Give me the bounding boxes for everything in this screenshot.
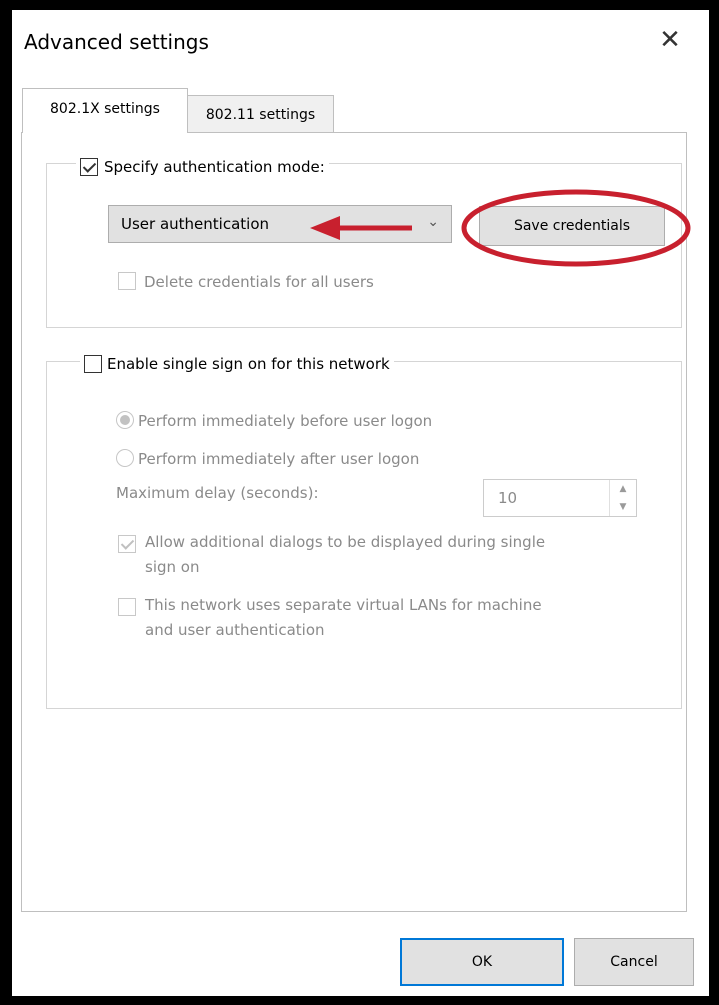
- stepper-arrows[interactable]: ▲ ▼: [609, 480, 636, 516]
- enable-sso-label: Enable single sign on for this network: [107, 355, 390, 373]
- radio-after-logon-row[interactable]: Perform immediately after user logon: [116, 449, 419, 469]
- separate-vlan-label-line1: This network uses separate virtual LANs …: [145, 596, 542, 614]
- allow-dialogs-label-line2: sign on: [145, 558, 200, 576]
- radio-after-logon[interactable]: [116, 449, 134, 467]
- max-delay-stepper[interactable]: 10 ▲ ▼: [483, 479, 637, 517]
- radio-before-logon-row[interactable]: Perform immediately before user logon: [116, 411, 432, 431]
- cancel-button[interactable]: Cancel: [574, 938, 694, 986]
- delete-credentials-checkbox[interactable]: [118, 272, 136, 290]
- allow-dialogs-label-line1: Allow additional dialogs to be displayed…: [145, 533, 546, 551]
- allow-dialogs-label: Allow additional dialogs to be displayed…: [145, 530, 545, 580]
- chevron-down-icon: ⌄: [427, 214, 439, 230]
- stepper-up-icon[interactable]: ▲: [610, 480, 636, 498]
- specify-auth-mode-checkbox[interactable]: [80, 158, 98, 176]
- specify-auth-mode-label: Specify authentication mode:: [104, 158, 325, 176]
- enable-sso-checkbox[interactable]: [84, 355, 102, 373]
- radio-before-logon-label: Perform immediately before user logon: [138, 412, 433, 430]
- allow-dialogs-checkbox[interactable]: [118, 535, 136, 553]
- save-credentials-button[interactable]: Save credentials: [479, 206, 665, 246]
- separate-vlan-checkbox[interactable]: [118, 598, 136, 616]
- allow-dialogs-row[interactable]: Allow additional dialogs to be displayed…: [118, 530, 545, 580]
- specify-auth-mode-row[interactable]: Specify authentication mode:: [76, 158, 329, 176]
- separate-vlan-label-line2: and user authentication: [145, 621, 325, 639]
- enable-sso-row[interactable]: Enable single sign on for this network: [80, 355, 394, 373]
- separate-vlan-label: This network uses separate virtual LANs …: [145, 593, 542, 643]
- separate-vlan-row[interactable]: This network uses separate virtual LANs …: [118, 593, 542, 643]
- ok-button[interactable]: OK: [400, 938, 564, 986]
- radio-after-logon-label: Perform immediately after user logon: [138, 450, 420, 468]
- radio-before-logon[interactable]: [116, 411, 134, 429]
- auth-mode-value: User authentication: [121, 215, 270, 233]
- stepper-down-icon[interactable]: ▼: [610, 498, 636, 516]
- delete-credentials-row[interactable]: Delete credentials for all users: [118, 272, 374, 292]
- tab-802-11-settings[interactable]: 802.11 settings: [187, 95, 334, 132]
- delete-credentials-label: Delete credentials for all users: [144, 273, 374, 291]
- tab-802-1x-settings[interactable]: 802.1X settings: [22, 88, 188, 133]
- dialog-title: Advanced settings: [24, 30, 209, 54]
- close-icon[interactable]: ✕: [650, 22, 690, 58]
- max-delay-label: Maximum delay (seconds):: [116, 484, 319, 502]
- max-delay-value: 10: [498, 489, 518, 507]
- auth-mode-dropdown[interactable]: User authentication ⌄: [108, 205, 452, 243]
